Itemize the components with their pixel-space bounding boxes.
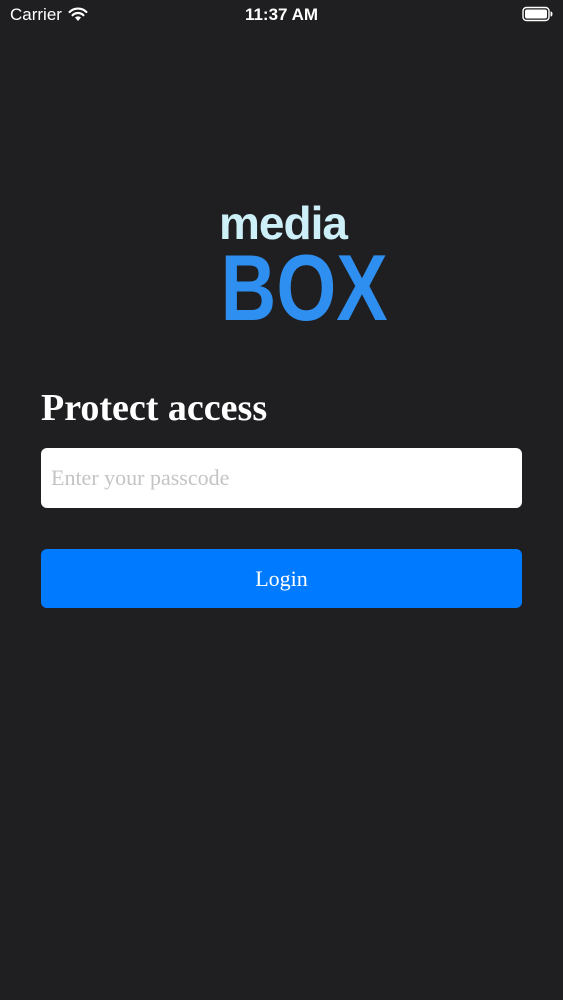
page-title: Protect access [41,387,268,429]
mediabox-logo: media BOX [207,200,388,340]
app-screen: Carrier 11:37 AM media BOX Protect acces… [0,0,563,1000]
passcode-input[interactable] [41,448,522,508]
logo-text-box: BOX [220,235,388,340]
login-button[interactable]: Login [41,549,522,608]
battery-icon [522,6,554,22]
status-time: 11:37 AM [244,5,319,24]
status-bar: Carrier 11:37 AM [0,0,563,30]
